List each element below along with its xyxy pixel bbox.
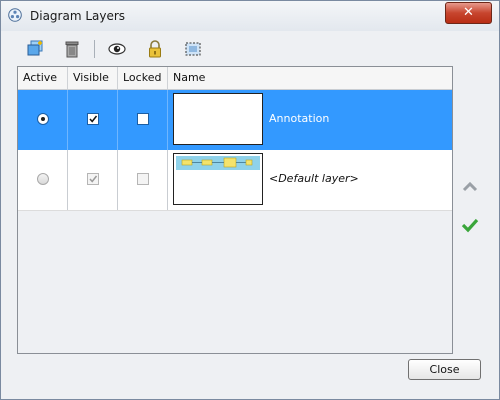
- column-header-locked[interactable]: Locked: [118, 67, 168, 89]
- locked-checkbox[interactable]: [137, 173, 149, 185]
- active-cell: [18, 90, 68, 150]
- name-cell: <Default layer>: [168, 150, 452, 210]
- trash-icon: [65, 41, 79, 58]
- column-header-active[interactable]: Active: [18, 67, 68, 89]
- active-radio[interactable]: [37, 113, 49, 125]
- layer-thumbnail: [173, 153, 263, 205]
- new-layer-icon: [27, 40, 43, 56]
- diagram-preview-icon: [176, 156, 260, 170]
- apply-layer-button[interactable]: [460, 215, 480, 235]
- name-cell: Annotation: [168, 90, 452, 150]
- chevron-up-icon: [462, 181, 478, 192]
- select-box-icon: [185, 42, 201, 56]
- layer-name: Annotation: [269, 112, 330, 125]
- new-layer-button[interactable]: [25, 39, 45, 59]
- locked-cell: [118, 90, 168, 150]
- layers-table: Active Visible Locked Name Annotation <D…: [17, 66, 453, 354]
- move-layer-up-button[interactable]: [460, 177, 480, 197]
- checkmark-icon: [461, 218, 479, 233]
- lock-icon: [149, 40, 161, 58]
- toggle-lock-button[interactable]: [145, 39, 165, 59]
- table-row[interactable]: <Default layer>: [18, 150, 452, 211]
- toggle-visibility-button[interactable]: [107, 39, 127, 59]
- visible-cell: [68, 150, 118, 210]
- checkmark-icon: [89, 115, 98, 123]
- table-header: Active Visible Locked Name: [18, 67, 452, 90]
- close-button[interactable]: Close: [408, 359, 481, 380]
- window-close-button[interactable]: ✕: [445, 2, 492, 24]
- layer-thumbnail: [173, 93, 263, 145]
- layer-name: <Default layer>: [269, 172, 359, 185]
- toolbar-separator: [94, 40, 95, 58]
- locked-cell: [118, 150, 168, 210]
- diagram-layers-dialog: Diagram Layers ✕ Active Visible Locked N…: [0, 0, 500, 400]
- visible-checkbox[interactable]: [87, 113, 99, 125]
- column-header-name[interactable]: Name: [168, 67, 452, 89]
- eye-icon: [108, 43, 126, 55]
- column-header-visible[interactable]: Visible: [68, 67, 118, 89]
- visible-checkbox[interactable]: [87, 173, 99, 185]
- active-radio[interactable]: [37, 173, 49, 185]
- layers-app-icon: [8, 8, 22, 22]
- locked-checkbox[interactable]: [137, 113, 149, 125]
- title-bar: Diagram Layers ✕: [1, 1, 499, 31]
- delete-layer-button[interactable]: [62, 39, 82, 59]
- table-row[interactable]: Annotation: [18, 90, 452, 150]
- visible-cell: [68, 90, 118, 150]
- window-title: Diagram Layers: [30, 9, 126, 23]
- active-cell: [18, 150, 68, 210]
- select-layer-shapes-button[interactable]: [183, 39, 203, 59]
- checkmark-icon: [89, 175, 98, 183]
- toolbar: [1, 35, 499, 63]
